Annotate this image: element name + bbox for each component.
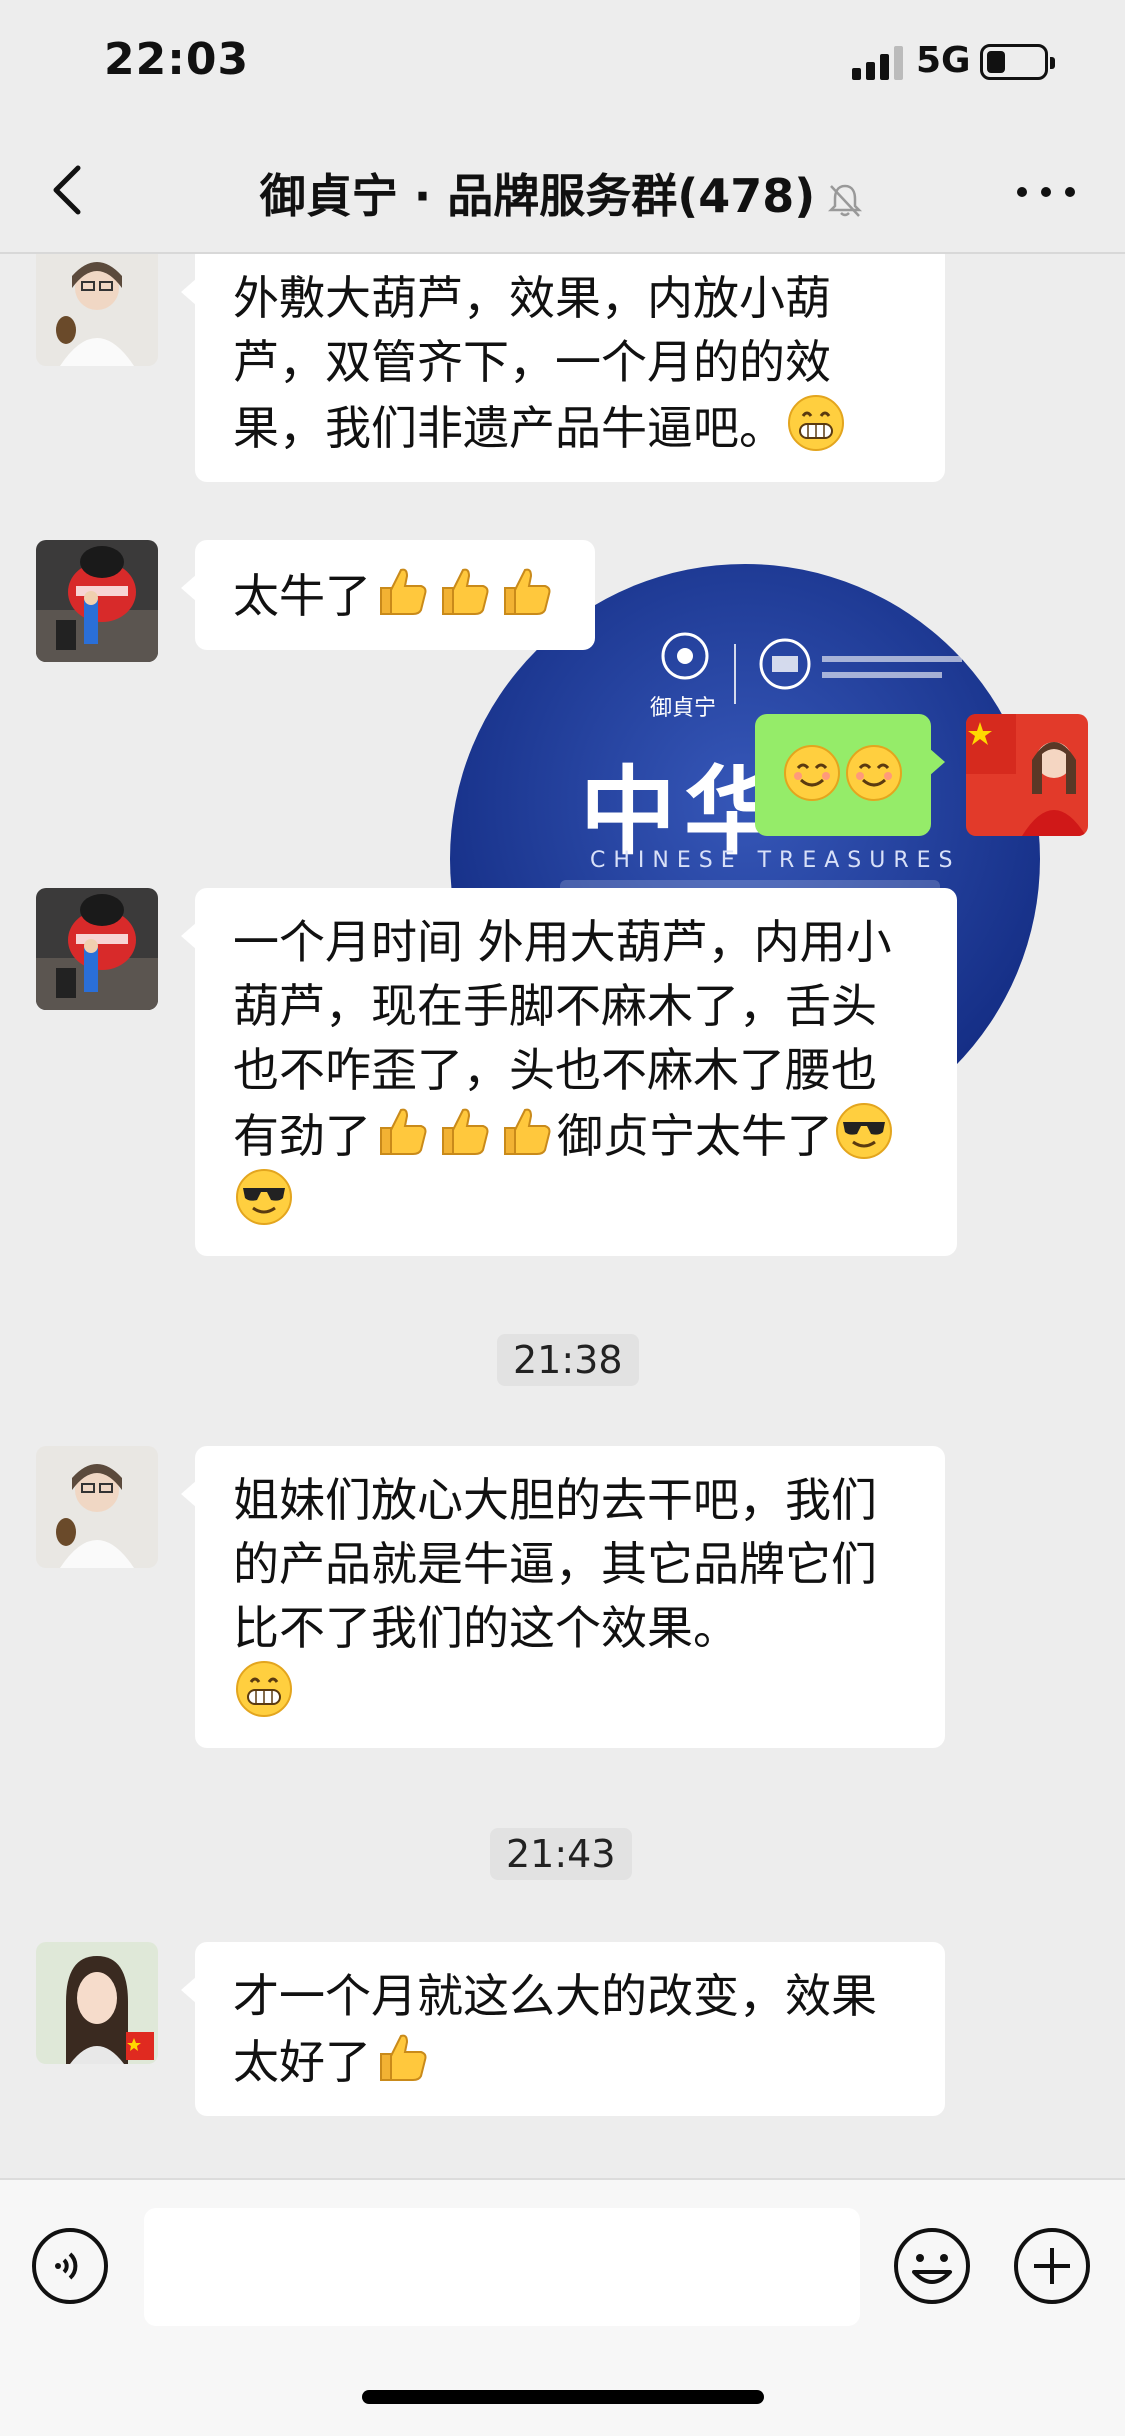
chat-history[interactable]: 御貞宁 中华 CHINESE TREASURES 外敷大葫芦，效果，内放小葫芦，… (0, 254, 1125, 2178)
avatar[interactable] (36, 254, 158, 366)
emoji-icon[interactable] (892, 2226, 972, 2306)
timestamp: 21:38 (497, 1334, 639, 1386)
poster-subtitle: CHINESE TREASURES (590, 848, 961, 873)
message-bubble-self[interactable] (755, 714, 945, 836)
battery-icon (980, 44, 1055, 80)
sunglasses-emoji (836, 1103, 892, 1159)
thumbs-up-emoji (442, 568, 489, 615)
poster-logo-text: 御貞宁 (650, 696, 717, 721)
sunglasses-emoji (236, 1169, 292, 1225)
message-bubble[interactable]: 才一个月就这么大的改变，效果太好了 (181, 1942, 945, 2116)
thumbs-up-emoji (504, 1108, 551, 1155)
message-text: 姐妹们放心大胆的去干吧，我们的产品就是牛逼，其它品牌它们比不了我们的这个效果。 (233, 1473, 877, 1655)
status-bar: 22:03 5G (0, 0, 1125, 130)
grin-emoji (236, 1661, 292, 1717)
network-type: 5G (916, 40, 971, 81)
grin-emoji (788, 395, 844, 451)
avatar[interactable] (966, 714, 1088, 836)
thumbs-up-emoji (442, 1108, 489, 1155)
thumbs-up-emoji (504, 568, 551, 615)
plus-icon[interactable] (1012, 2226, 1092, 2306)
bell-off-icon (828, 184, 863, 217)
message-input[interactable] (144, 2208, 860, 2326)
home-indicator (362, 2390, 764, 2404)
smile-emoji (784, 745, 840, 801)
thumbs-up-emoji (380, 2034, 427, 2081)
message-bubble[interactable]: 太牛了 (181, 540, 595, 650)
message-text: 才一个月就这么大的改变，效果太好了 (233, 1969, 877, 2089)
voice-icon[interactable] (30, 2226, 110, 2306)
message-bubble[interactable]: 一个月时间 外用大葫芦，内用小葫芦，现在手脚不麻木了，舌头也不咋歪了，头也不麻木… (181, 888, 957, 1256)
avatar[interactable] (36, 540, 158, 662)
chat-title-text: 御貞宁 · 品牌服务群(478) (259, 169, 816, 223)
signal-icon (852, 46, 904, 80)
message-bubble[interactable]: 姐妹们放心大胆的去干吧，我们的产品就是牛逼，其它品牌它们比不了我们的这个效果。 (181, 1446, 945, 1748)
chat-title[interactable]: 御貞宁 · 品牌服务群(478) (120, 160, 1005, 226)
timestamp: 21:43 (490, 1828, 632, 1880)
message-text: 御贞宁太牛了 (557, 1109, 833, 1163)
back-icon[interactable] (40, 158, 100, 222)
chat-header: 御貞宁 · 品牌服务群(478) (0, 130, 1125, 254)
avatar[interactable] (36, 1942, 158, 2064)
status-time: 22:03 (104, 34, 250, 85)
message-bubble[interactable]: 外敷大葫芦，效果，内放小葫芦，双管齐下，一个月的的效果，我们非遗产品牛逼吧。 (181, 254, 945, 482)
message-text: 外敷大葫芦，效果，内放小葫芦，双管齐下，一个月的的效果，我们非遗产品牛逼吧。 (233, 271, 831, 455)
thumbs-up-emoji (380, 568, 427, 615)
avatar[interactable] (36, 1446, 158, 1568)
thumbs-up-emoji (380, 1108, 427, 1155)
message-text: 太牛了 (233, 569, 371, 623)
smile-emoji (846, 745, 902, 801)
avatar[interactable] (36, 888, 158, 1010)
more-dots-icon[interactable] (1010, 170, 1082, 214)
